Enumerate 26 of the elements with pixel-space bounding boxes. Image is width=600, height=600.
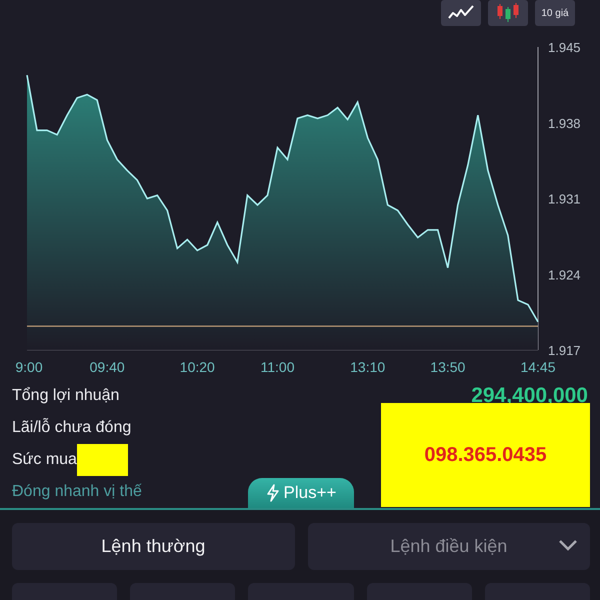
x-axis-label: 9:00 <box>15 359 43 375</box>
plus-tab[interactable]: Plus++ <box>248 478 354 508</box>
y-axis-label: 1.924 <box>548 267 581 282</box>
y-axis-label: 1.931 <box>548 192 581 206</box>
lightning-icon <box>266 484 280 502</box>
x-axis-label: 13:50 <box>430 359 466 375</box>
y-axis-label: 1.938 <box>548 116 581 131</box>
x-axis-label: 10:20 <box>180 359 215 375</box>
phone-number-banner: 098.365.0435 <box>381 403 590 507</box>
chevron-down-icon <box>558 538 578 552</box>
order-type-tab[interactable]: Lệnh thường <box>12 523 294 570</box>
candlestick-button[interactable] <box>488 0 528 26</box>
quick-close-link[interactable]: Đóng nhanh vị thế <box>12 483 142 501</box>
line-chart-button[interactable] <box>441 0 481 26</box>
x-axis-label: 09:40 <box>90 359 125 375</box>
y-axis-label: 1.917 <box>548 343 581 358</box>
total-profit-label: Tổng lợi nhuận <box>12 387 120 405</box>
price-levels-button[interactable]: 10 giá <box>535 0 575 26</box>
buying-power-label: Sức mua <box>12 451 77 469</box>
x-axis-label: 11:00 <box>260 359 294 375</box>
unrealized-pnl-label: Lãi/lỗ chưa đóng <box>12 419 132 437</box>
candlestick-icon <box>495 3 521 23</box>
y-axis-label: 1.945 <box>548 40 581 55</box>
order-type-tab[interactable]: Lệnh điều kiện <box>308 523 590 570</box>
x-axis-label: 13:10 <box>350 359 386 375</box>
x-axis-label: 14:45 <box>520 359 556 375</box>
